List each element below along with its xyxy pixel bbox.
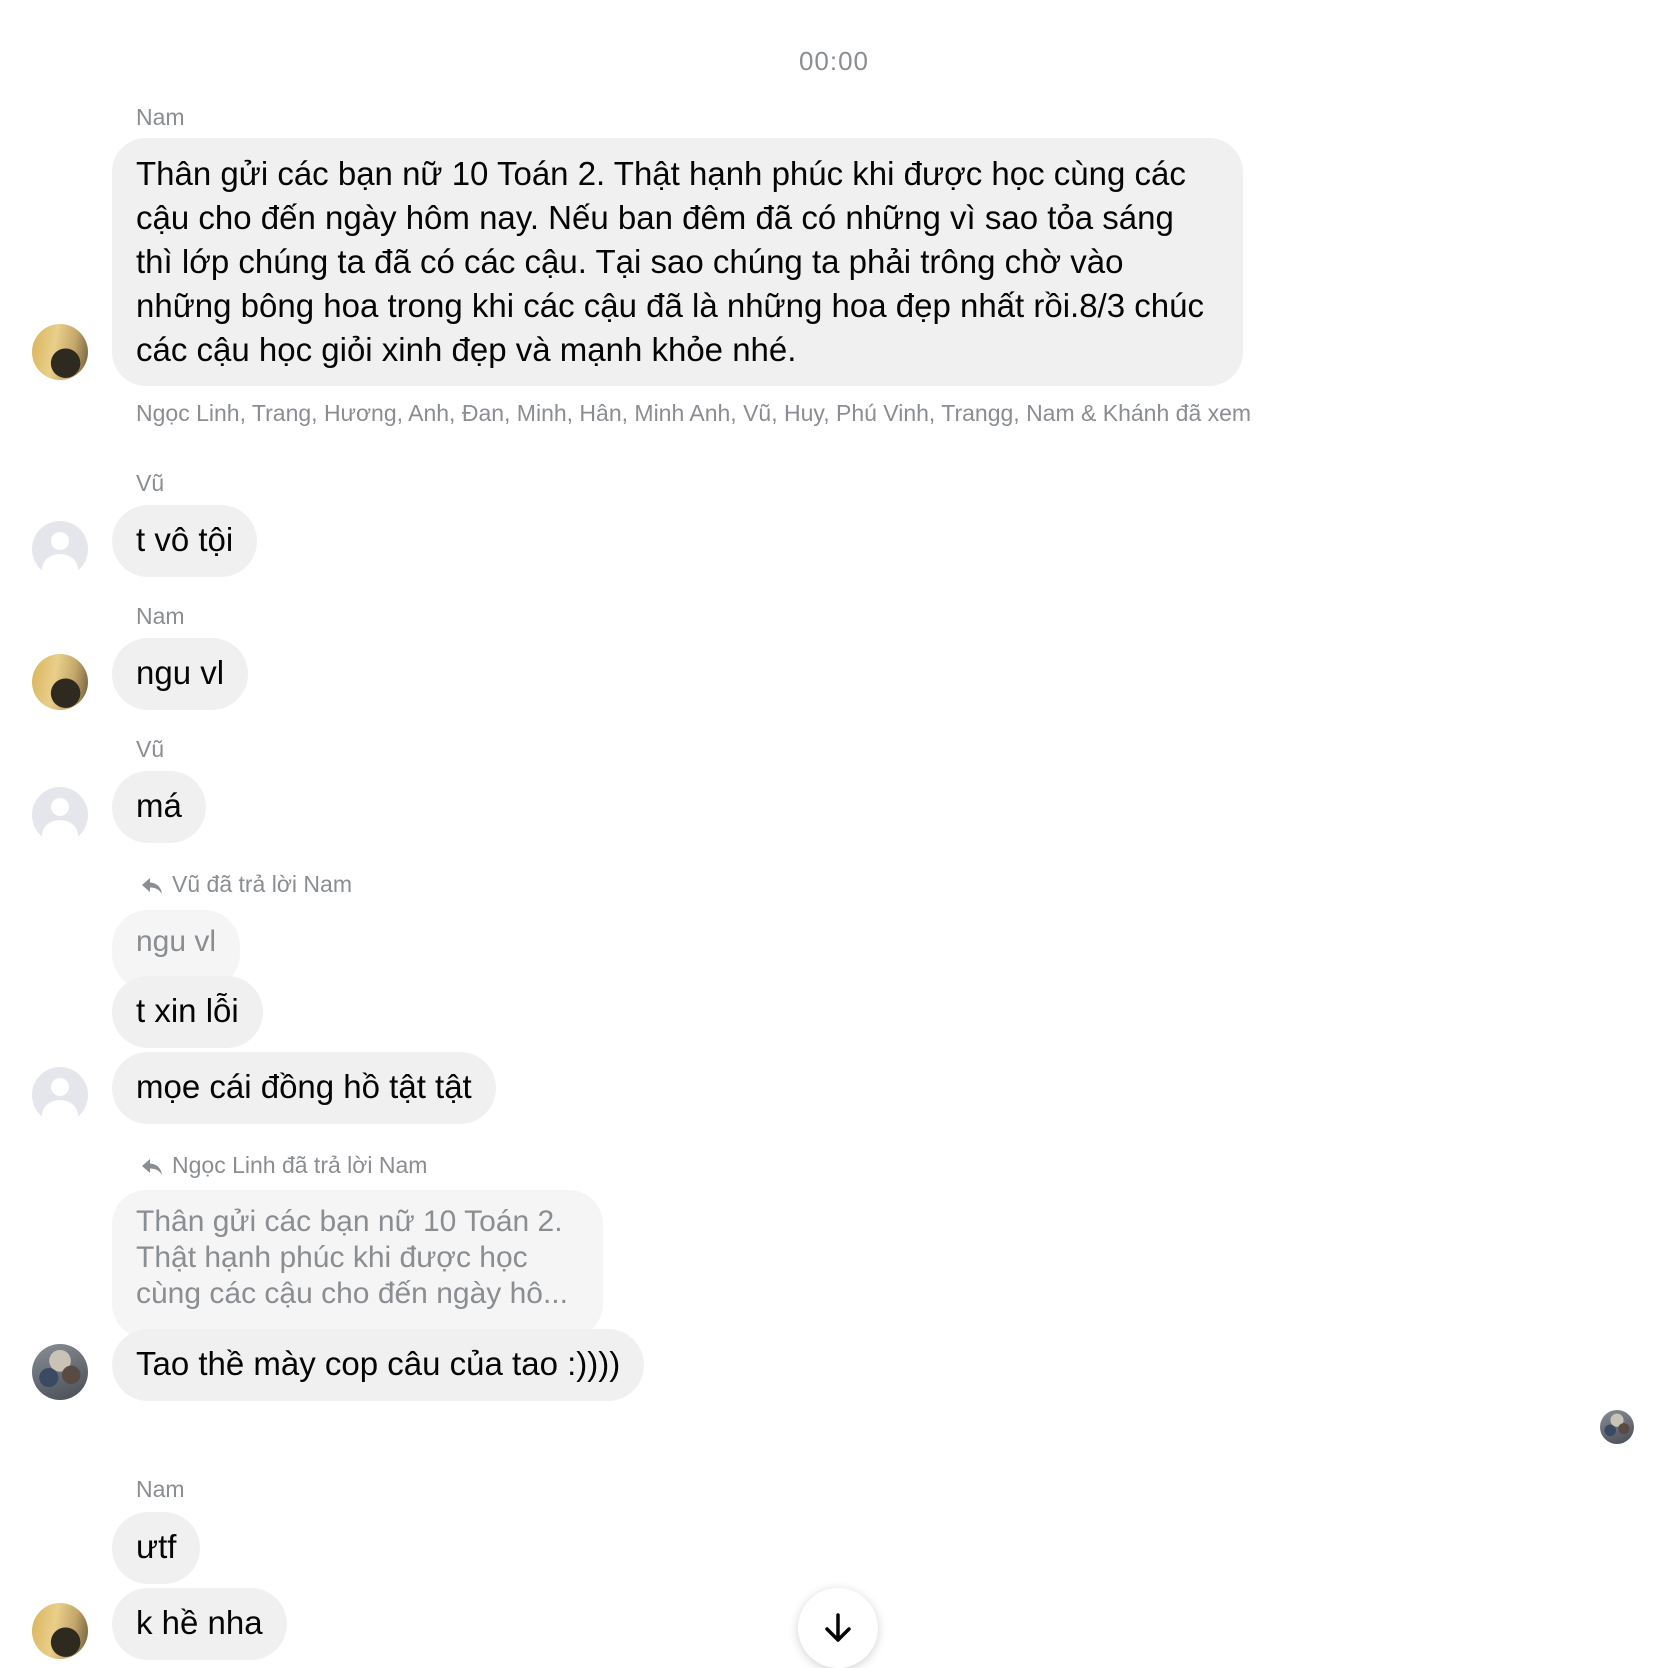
- sender-name: Nam: [136, 104, 185, 130]
- message-bubble[interactable]: ngu vl: [112, 638, 249, 710]
- scroll-to-bottom-button[interactable]: [798, 1588, 878, 1668]
- reply-note: Vũ đã trả lời Nam: [140, 871, 352, 898]
- sender-name: Vũ: [136, 470, 165, 496]
- reply-arrow-icon: [142, 878, 162, 894]
- reply-note-text: Vũ đã trả lời Nam: [172, 871, 352, 897]
- sender-name: Vũ: [136, 736, 165, 762]
- quoted-message[interactable]: Thân gửi các bạn nữ 10 Toán 2. Thật hạnh…: [112, 1190, 603, 1338]
- arrow-down-icon: [825, 1613, 851, 1642]
- avatar-nam[interactable]: [32, 1603, 88, 1659]
- seen-receipt[interactable]: Ngọc Linh, Trang, Hương, Anh, Đan, Minh,…: [136, 400, 1251, 427]
- avatar-vu[interactable]: [32, 1067, 88, 1123]
- sender-name: Nam: [136, 1476, 185, 1502]
- avatar-ngoc-linh[interactable]: [32, 1344, 88, 1400]
- reply-note-text: Ngọc Linh đã trả lời Nam: [172, 1152, 428, 1178]
- message-bubble[interactable]: k hề nha: [112, 1588, 287, 1660]
- avatar-nam[interactable]: [32, 654, 88, 710]
- avatar-vu[interactable]: [32, 787, 88, 843]
- read-receipt-avatar: [1600, 1410, 1634, 1444]
- reply-note: Ngọc Linh đã trả lời Nam: [140, 1152, 427, 1179]
- avatar-vu[interactable]: [32, 521, 88, 577]
- message-bubble[interactable]: ưtf: [112, 1512, 201, 1584]
- message-bubble[interactable]: t vô tội: [112, 505, 258, 577]
- message-bubble[interactable]: Tao thề mày cop câu của tao :)))): [112, 1329, 645, 1401]
- message-bubble[interactable]: mọe cái đồng hồ tật tật: [112, 1052, 496, 1124]
- sender-name: Nam: [136, 603, 185, 629]
- reply-arrow-icon: [142, 1159, 162, 1175]
- avatar-nam[interactable]: [32, 324, 88, 380]
- message-bubble[interactable]: t xin lỗi: [112, 976, 263, 1048]
- message-bubble[interactable]: má: [112, 771, 206, 843]
- message-bubble[interactable]: Thân gửi các bạn nữ 10 Toán 2. Thật hạnh…: [112, 138, 1243, 386]
- timestamp: 00:00: [798, 46, 870, 76]
